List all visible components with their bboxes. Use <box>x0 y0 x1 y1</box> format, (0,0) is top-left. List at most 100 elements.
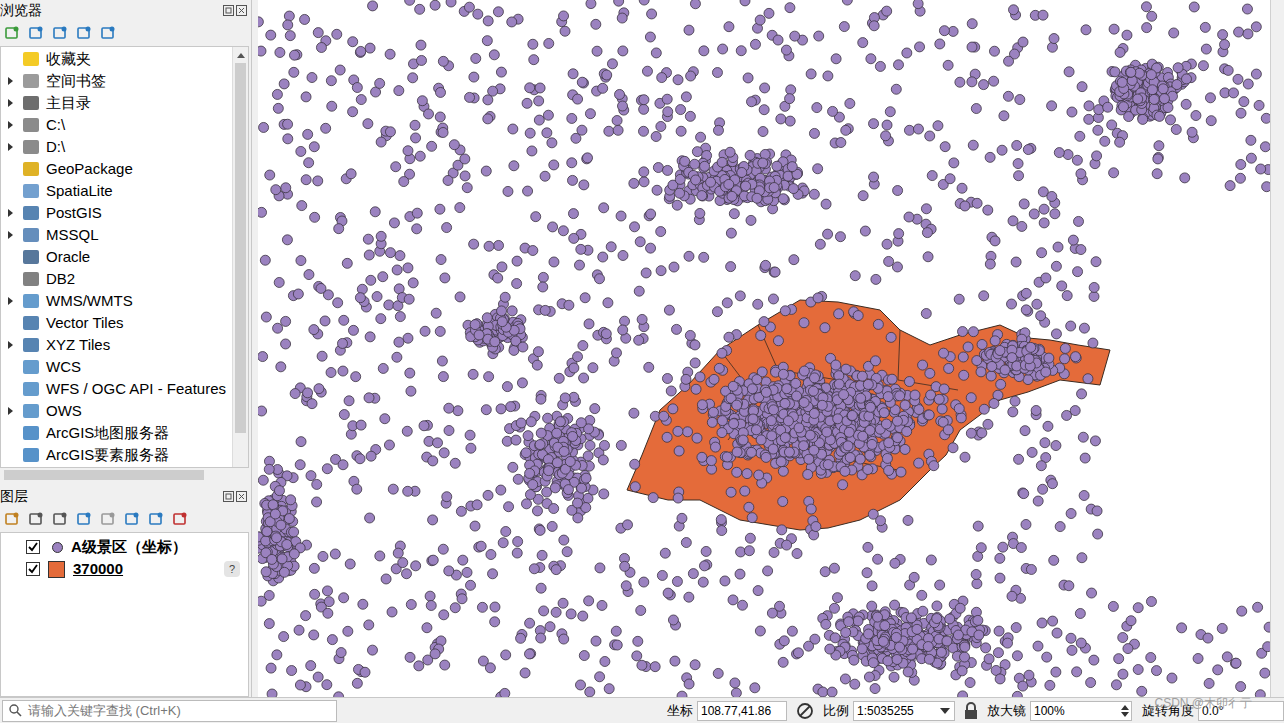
poi-point[interactable] <box>712 68 722 78</box>
poi-point[interactable] <box>527 146 537 156</box>
poi-point[interactable] <box>893 60 903 70</box>
poi-point[interactable] <box>584 319 594 329</box>
poi-point[interactable] <box>967 77 977 87</box>
poi-point[interactable] <box>1071 352 1081 362</box>
poi-point[interactable] <box>977 428 987 438</box>
poi-point[interactable] <box>921 204 931 214</box>
poi-point[interactable] <box>490 617 500 627</box>
poi-point[interactable] <box>792 549 802 559</box>
poi-point[interactable] <box>934 394 944 404</box>
poi-point[interactable] <box>462 567 472 577</box>
poi-point[interactable] <box>954 294 964 304</box>
poi-point[interactable] <box>960 201 970 211</box>
poi-point[interactable] <box>896 467 906 477</box>
browser-item[interactable]: 收藏夹 <box>1 48 232 70</box>
poi-point[interactable] <box>1246 153 1256 163</box>
poi-point[interactable] <box>648 493 658 503</box>
poi-point[interactable] <box>512 279 522 289</box>
poi-point[interactable] <box>376 137 386 147</box>
poi-point[interactable] <box>317 351 327 361</box>
poi-point[interactable] <box>676 105 686 115</box>
poi-point[interactable] <box>814 31 824 41</box>
poi-point[interactable] <box>1231 658 1241 668</box>
poi-point[interactable] <box>707 417 717 427</box>
poi-point[interactable] <box>1021 305 1031 315</box>
poi-point[interactable] <box>726 487 736 497</box>
poi-point[interactable] <box>1079 490 1089 500</box>
poi-point[interactable] <box>732 447 742 457</box>
poi-point[interactable] <box>355 293 365 303</box>
poi-point[interactable] <box>736 46 746 56</box>
poi-point[interactable] <box>356 420 366 430</box>
poi-point[interactable] <box>525 649 535 659</box>
poi-point[interactable] <box>412 208 422 218</box>
poi-point[interactable] <box>644 362 654 372</box>
poi-point[interactable] <box>442 223 452 233</box>
poi-point[interactable] <box>559 634 569 644</box>
poi-point[interactable] <box>348 325 358 335</box>
poi-point[interactable] <box>522 98 532 108</box>
poi-point[interactable] <box>651 48 661 58</box>
poi-point[interactable] <box>882 6 892 16</box>
poi-point[interactable] <box>735 291 745 301</box>
poi-point[interactable] <box>1024 670 1034 680</box>
poi-point[interactable] <box>869 21 879 31</box>
poi-point[interactable] <box>894 229 904 239</box>
poi-point[interactable] <box>444 566 454 576</box>
poi-point[interactable] <box>460 154 470 164</box>
poi-point[interactable] <box>1033 496 1043 506</box>
poi-point[interactable] <box>585 109 595 119</box>
poi-point[interactable] <box>686 71 696 81</box>
poi-point[interactable] <box>673 493 683 503</box>
poi-point[interactable] <box>283 119 293 129</box>
poi-point[interactable] <box>1036 311 1046 321</box>
poi-point[interactable] <box>548 222 558 232</box>
poi-point[interactable] <box>620 316 630 326</box>
poi-point[interactable] <box>562 547 572 557</box>
poi-point[interactable] <box>806 504 816 514</box>
poi-point[interactable] <box>940 142 950 152</box>
poi-point[interactable] <box>1109 168 1119 178</box>
close-icon[interactable] <box>236 5 247 16</box>
poi-point[interactable] <box>990 236 1000 246</box>
poi-point[interactable] <box>265 170 275 180</box>
poi-point[interactable] <box>375 78 385 88</box>
poi-point[interactable] <box>266 663 276 673</box>
poi-point[interactable] <box>1015 95 1025 105</box>
poi-point[interactable] <box>417 96 427 106</box>
poi-point[interactable] <box>761 452 771 462</box>
poi-point[interactable] <box>1040 438 1050 448</box>
poi-point[interactable] <box>1083 374 1093 384</box>
poi-point[interactable] <box>258 406 267 416</box>
poi-point[interactable] <box>803 469 813 479</box>
poi-point[interactable] <box>403 146 413 156</box>
poi-point[interactable] <box>579 180 589 190</box>
poi-point[interactable] <box>567 158 577 168</box>
poi-point[interactable] <box>1086 678 1096 688</box>
poi-point[interactable] <box>761 260 771 270</box>
poi-point[interactable] <box>1053 242 1063 252</box>
poi-point[interactable] <box>545 622 555 632</box>
poi-point[interactable] <box>559 535 569 545</box>
poi-point[interactable] <box>979 291 989 301</box>
poi-point[interactable] <box>595 563 605 573</box>
poi-point[interactable] <box>913 0 923 9</box>
poi-point[interactable] <box>1122 30 1132 40</box>
poi-point[interactable] <box>634 286 644 296</box>
poi-point[interactable] <box>1146 653 1156 663</box>
poi-point[interactable] <box>364 393 374 403</box>
poi-point[interactable] <box>517 378 527 388</box>
poi-point[interactable] <box>281 316 291 326</box>
poi-point[interactable] <box>663 588 673 598</box>
add-group-icon[interactable] <box>28 511 44 527</box>
poi-point[interactable] <box>1225 181 1235 191</box>
poi-point[interactable] <box>273 103 283 113</box>
poi-point[interactable] <box>370 207 380 217</box>
browser-item[interactable]: WFS / OGC API - Features <box>1 378 232 400</box>
poi-point[interactable] <box>307 399 317 409</box>
poi-point[interactable] <box>544 38 554 48</box>
poi-point[interactable] <box>428 555 438 565</box>
poi-point[interactable] <box>1021 519 1031 529</box>
poi-point[interactable] <box>639 104 649 114</box>
poi-point[interactable] <box>1023 145 1033 155</box>
